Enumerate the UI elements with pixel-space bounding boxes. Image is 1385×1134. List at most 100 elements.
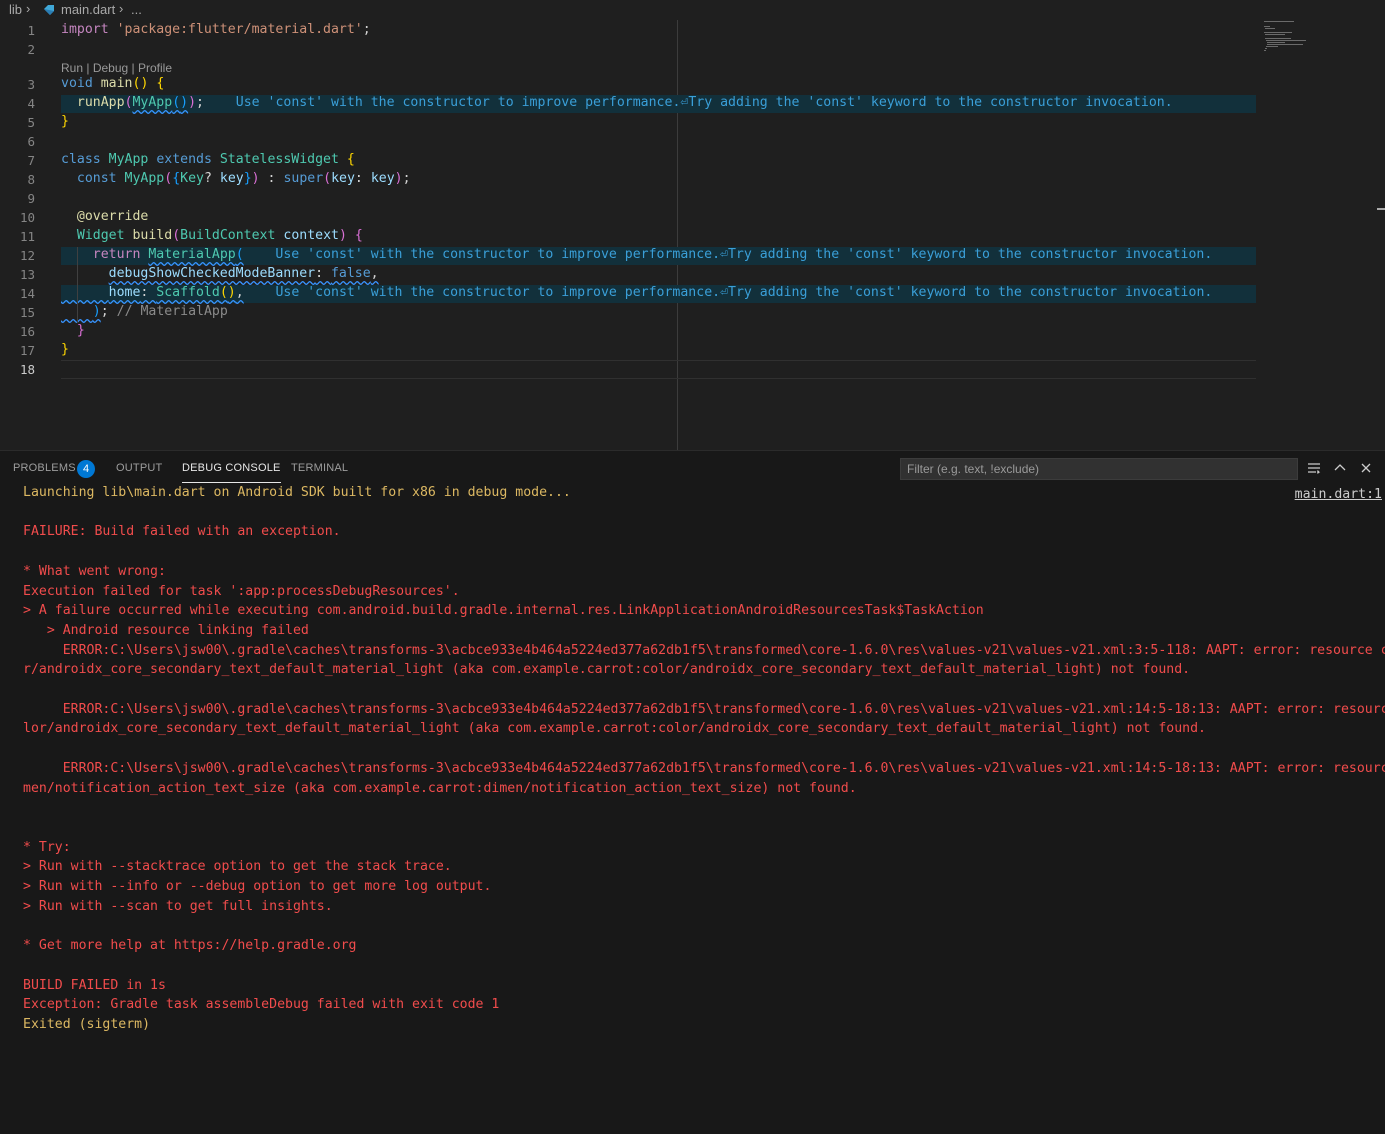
code-token: }	[61, 342, 69, 357]
code-line: const MyApp({Key? key}) : super(key: key…	[76, 171, 411, 186]
code-token: extends	[156, 152, 212, 167]
console-line: lor/androidx_core_secondary_text_default…	[23, 721, 1206, 737]
code-token: 'package:flutter/material.dart'	[116, 22, 363, 37]
code-token: )	[92, 304, 101, 319]
code-line: }	[61, 114, 69, 129]
console-line: > Run with --info or --debug option to g…	[23, 879, 492, 894]
code-editor[interactable]: 1 2 3 4 5 6 7 8 9 10 11 12 13 14 15 16 1…	[0, 20, 1385, 450]
code-token: )	[180, 95, 189, 110]
inlay-hint: Use 'const' with the constructor to impr…	[275, 285, 1213, 300]
breadcrumb-symbol[interactable]: ...	[131, 2, 142, 17]
code-token: }	[61, 114, 69, 129]
line-number: 4	[27, 96, 35, 111]
line-number: 15	[19, 305, 35, 320]
code-line: @override	[61, 209, 148, 224]
codelens-separator: |	[128, 61, 138, 75]
line-number: 18	[19, 362, 35, 377]
code-token: )	[251, 171, 260, 186]
console-line: men/notification_action_text_size (aka c…	[23, 780, 857, 796]
code-token: {	[346, 152, 355, 167]
code-token: debugShowCheckedModeBanner	[108, 266, 316, 281]
close-panel-icon[interactable]	[1358, 460, 1374, 476]
code-token: build	[132, 228, 173, 243]
tab-problems[interactable]: PROBLEMS	[13, 462, 76, 474]
maximize-panel-icon[interactable]	[1332, 460, 1348, 476]
console-line: Launching lib\main.dart on Android SDK b…	[23, 485, 571, 500]
codelens-debug[interactable]: Debug	[93, 61, 128, 75]
problems-count-badge: 4	[77, 460, 95, 478]
line-number: 14	[19, 286, 35, 301]
line-number: 1	[27, 23, 35, 38]
inlay-hint: Use 'const' with the constructor to impr…	[235, 95, 1173, 110]
bottom-panel: PROBLEMS 4 OUTPUT DEBUG CONSOLE TERMINAL…	[0, 450, 1385, 1134]
current-line-highlight	[61, 360, 1256, 379]
codelens: Run | Debug | Profile	[61, 61, 172, 75]
console-line: Exited (sigterm)	[23, 1016, 151, 1032]
code-token: (	[172, 228, 181, 243]
code-token: {	[156, 76, 165, 91]
codelens-run[interactable]: Run	[61, 61, 83, 75]
console-line: r/androidx_core_secondary_text_default_m…	[23, 662, 1191, 678]
line-number: 2	[27, 42, 35, 57]
code-token: (	[172, 95, 181, 110]
console-line: > Run with --scan to get full insights.	[23, 898, 333, 914]
code-token: {	[172, 171, 181, 186]
code-token: StatelessWidget	[219, 152, 339, 167]
editor-ruler	[677, 20, 678, 450]
code-line: debugShowCheckedModeBanner: false,	[108, 266, 379, 281]
word-wrap-icon[interactable]	[1306, 460, 1322, 476]
code-token: BuildContext	[180, 228, 276, 243]
code-token: (	[235, 247, 244, 262]
code-token: ;	[402, 171, 411, 186]
code-token: home	[108, 285, 141, 300]
line-number: 17	[19, 343, 35, 358]
code-token: class	[61, 152, 101, 167]
code-token: const	[76, 171, 117, 186]
code-token: )	[338, 228, 347, 243]
line-number: 6	[27, 134, 35, 149]
panel-tabs: PROBLEMS 4 OUTPUT DEBUG CONSOLE TERMINAL	[0, 451, 1385, 487]
code-token: ;	[362, 22, 371, 37]
indent-guide	[77, 247, 78, 323]
line-number: 9	[27, 191, 35, 206]
console-line: BUILD FAILED in 1s	[23, 977, 166, 993]
line-number: 8	[27, 172, 35, 187]
breadcrumb-file[interactable]: main.dart	[61, 2, 115, 17]
line-number: 10	[19, 210, 35, 225]
breadcrumb-folder[interactable]: lib	[9, 2, 22, 17]
tab-output[interactable]: OUTPUT	[116, 462, 162, 474]
code-line: Widget build(BuildContext context) {	[61, 228, 363, 243]
console-line: Execution failed for task ':app:processD…	[23, 583, 460, 599]
codelens-profile[interactable]: Profile	[138, 61, 172, 75]
codelens-separator: |	[83, 61, 93, 75]
code-line: class MyApp extends StatelessWidget {	[61, 152, 355, 167]
code-line: ); // MaterialApp	[61, 304, 228, 319]
chevron-right-icon: ›	[26, 1, 31, 16]
code-token: Key	[180, 171, 204, 186]
console-line: * What went wrong:	[23, 563, 166, 579]
console-line: FAILURE: Build failed with an exception.	[23, 524, 341, 540]
code-token: return	[92, 247, 141, 262]
code-token: ;	[100, 304, 109, 319]
breadcrumb: lib › main.dart › ...	[0, 0, 1385, 20]
code-token: false	[330, 266, 371, 281]
code-line: return MaterialApp( Use 'const' with the…	[61, 247, 1213, 262]
code-line: }	[61, 323, 85, 338]
console-line: ERROR:C:\Users\jsw00\.gradle\caches\tran…	[23, 642, 1385, 658]
console-line: ERROR:C:\Users\jsw00\.gradle\caches\tran…	[23, 701, 1385, 717]
code-token: main	[100, 76, 133, 91]
tab-debug-console[interactable]: DEBUG CONSOLE	[182, 462, 281, 483]
code-token: key	[370, 171, 395, 186]
dart-file-icon	[44, 5, 54, 15]
code-token: )	[188, 95, 197, 110]
tab-terminal[interactable]: TERMINAL	[291, 462, 348, 474]
console-line: Exception: Gradle task assembleDebug fai…	[23, 997, 500, 1013]
chevron-right-icon: ›	[119, 1, 124, 16]
filter-input[interactable]	[900, 458, 1298, 480]
console-line: * Get more help at https://help.gradle.o…	[23, 938, 357, 954]
source-location-link[interactable]: main.dart:1	[1295, 487, 1382, 502]
minimap[interactable]	[1262, 20, 1322, 60]
scrollbar-cursor-marker	[1377, 208, 1385, 210]
code-token: MyApp	[124, 171, 165, 186]
code-token: key	[331, 171, 355, 186]
